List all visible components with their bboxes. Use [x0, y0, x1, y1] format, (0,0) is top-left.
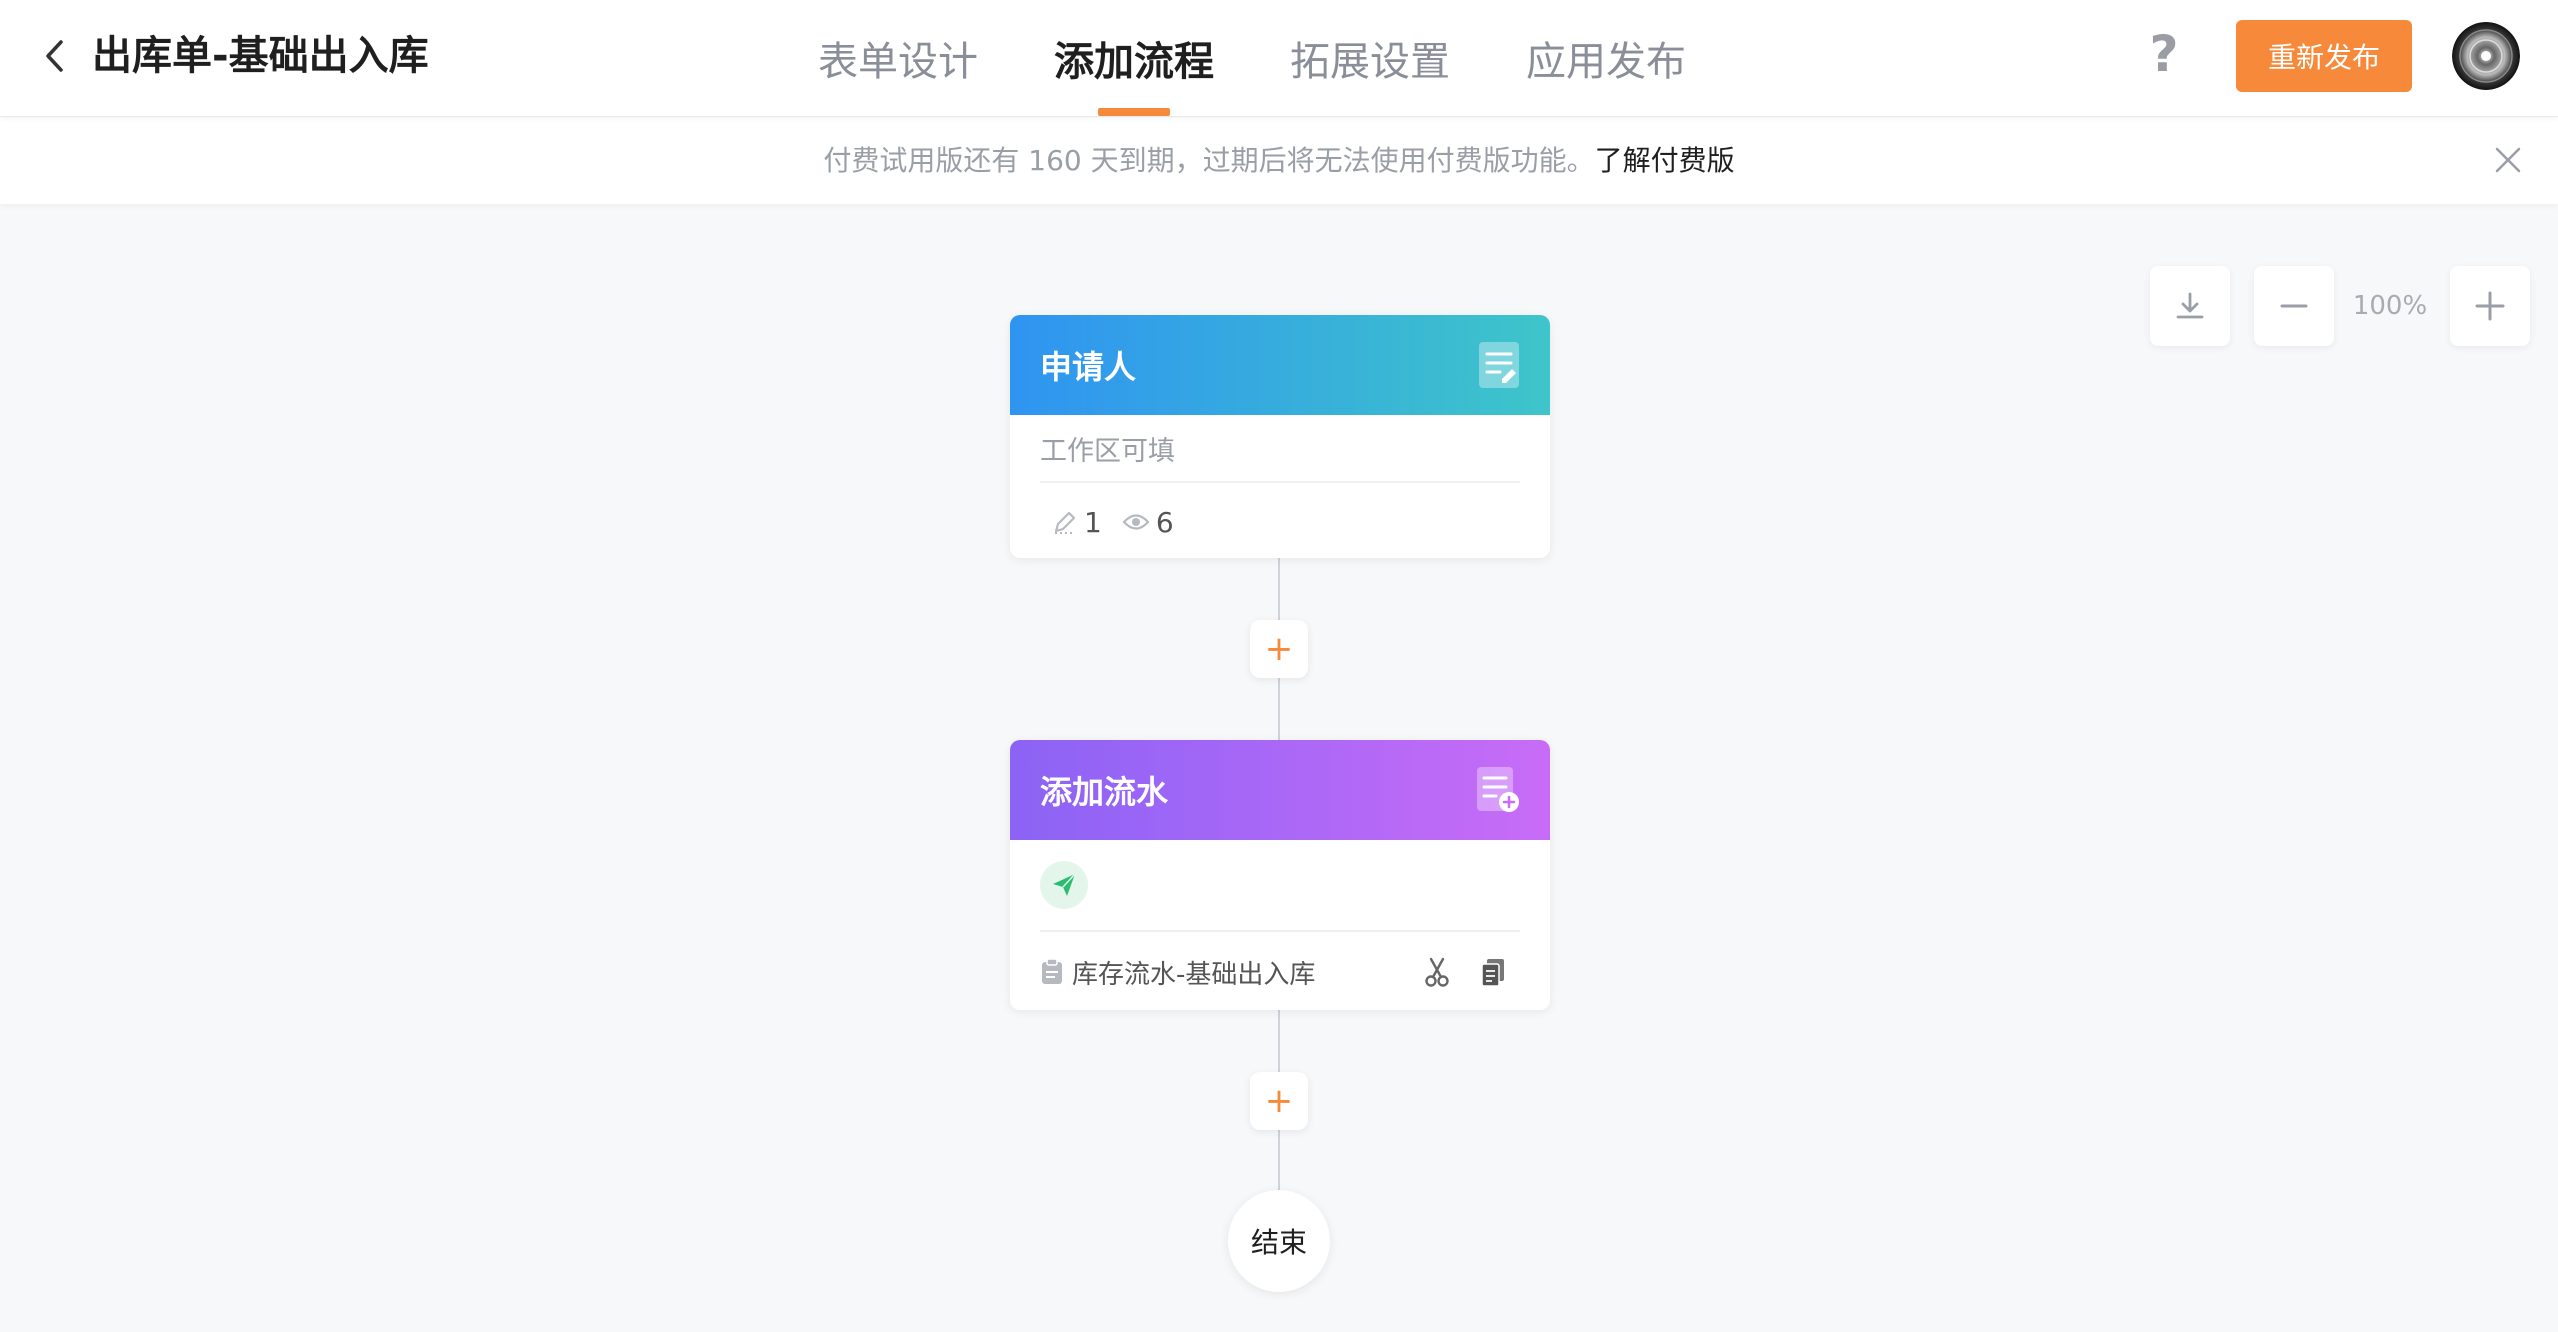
scissors-icon[interactable] [1420, 955, 1454, 989]
view-count: 6 [1122, 506, 1174, 539]
zoom-out-button[interactable] [2254, 266, 2334, 346]
avatar[interactable] [2452, 22, 2520, 90]
zoom-level: 100% [2352, 291, 2428, 321]
add-node-button[interactable]: + [1250, 1072, 1308, 1130]
target-table-name: 库存流水-基础出入库 [1072, 959, 1316, 990]
tab-add-process[interactable]: 添加流程 [1016, 0, 1252, 116]
help-icon[interactable]: ? [2140, 25, 2188, 83]
action-row [1040, 840, 1520, 932]
plus-icon: + [1264, 1081, 1294, 1121]
view-count-value: 6 [1155, 505, 1174, 539]
add-record-icon [1477, 767, 1519, 812]
applicant-field-line: 工作区可填 [1040, 415, 1520, 483]
close-icon[interactable] [2488, 140, 2528, 180]
download-button[interactable] [2150, 266, 2230, 346]
form-edit-icon [1479, 342, 1519, 388]
tab-app-publish[interactable]: 应用发布 [1488, 0, 1724, 116]
add-record-node-title: 添加流水 [1040, 773, 1169, 811]
clipboard-icon [1042, 958, 1062, 984]
tab-extension-settings[interactable]: 拓展设置 [1252, 0, 1488, 116]
notice-message: 付费试用版还有 160 天到期，过期后将无法使用付费版功能。了解付费版 [0, 141, 2558, 181]
applicant-node-header: 申请人 [1010, 315, 1550, 415]
applicant-permission-stats: 1 6 [1040, 483, 1520, 558]
send-icon [1040, 861, 1088, 909]
connector-line [1278, 678, 1280, 740]
top-bar: 出库单-基础出入库 表单设计 添加流程 拓展设置 应用发布 ? 重新发布 [0, 0, 2558, 116]
app-title: 出库单-基础出入库 [92, 33, 429, 79]
active-tab-indicator [1098, 108, 1170, 116]
edit-count: 1 [1052, 506, 1102, 539]
end-node: 结束 [1228, 1190, 1330, 1292]
pencil-icon [1054, 511, 1076, 534]
tab-bar: 表单设计 添加流程 拓展设置 应用发布 [780, 0, 1724, 116]
plus-icon [2475, 291, 2505, 321]
plus-icon: + [1264, 629, 1294, 669]
learn-paid-link[interactable]: 了解付费版 [1595, 144, 1735, 177]
connector-line [1278, 558, 1280, 620]
republish-button[interactable]: 重新发布 [2236, 20, 2412, 92]
connector-line [1278, 1130, 1280, 1192]
minus-icon [2280, 304, 2308, 308]
add-record-node[interactable]: 添加流水 库存流水-基础出入库 [1010, 740, 1550, 1010]
add-record-node-header: 添加流水 [1010, 740, 1550, 840]
applicant-node-title: 申请人 [1040, 348, 1137, 386]
tab-form-design[interactable]: 表单设计 [780, 0, 1016, 116]
zoom-in-button[interactable] [2450, 266, 2530, 346]
notice-text: 付费试用版还有 160 天到期，过期后将无法使用付费版功能。 [823, 144, 1595, 177]
add-node-button[interactable]: + [1250, 620, 1308, 678]
copy-icon[interactable] [1476, 955, 1510, 989]
applicant-node[interactable]: 申请人 工作区可填 1 6 [1010, 315, 1550, 558]
back-arrow-icon[interactable] [36, 36, 72, 76]
target-table-row: 库存流水-基础出入库 [1040, 932, 1520, 1010]
download-icon [2176, 292, 2204, 319]
eye-icon [1122, 514, 1150, 530]
edit-count-value: 1 [1084, 505, 1102, 539]
connector-line [1278, 1010, 1280, 1072]
trial-notice-bar: 付费试用版还有 160 天到期，过期后将无法使用付费版功能。了解付费版 [0, 116, 2558, 204]
